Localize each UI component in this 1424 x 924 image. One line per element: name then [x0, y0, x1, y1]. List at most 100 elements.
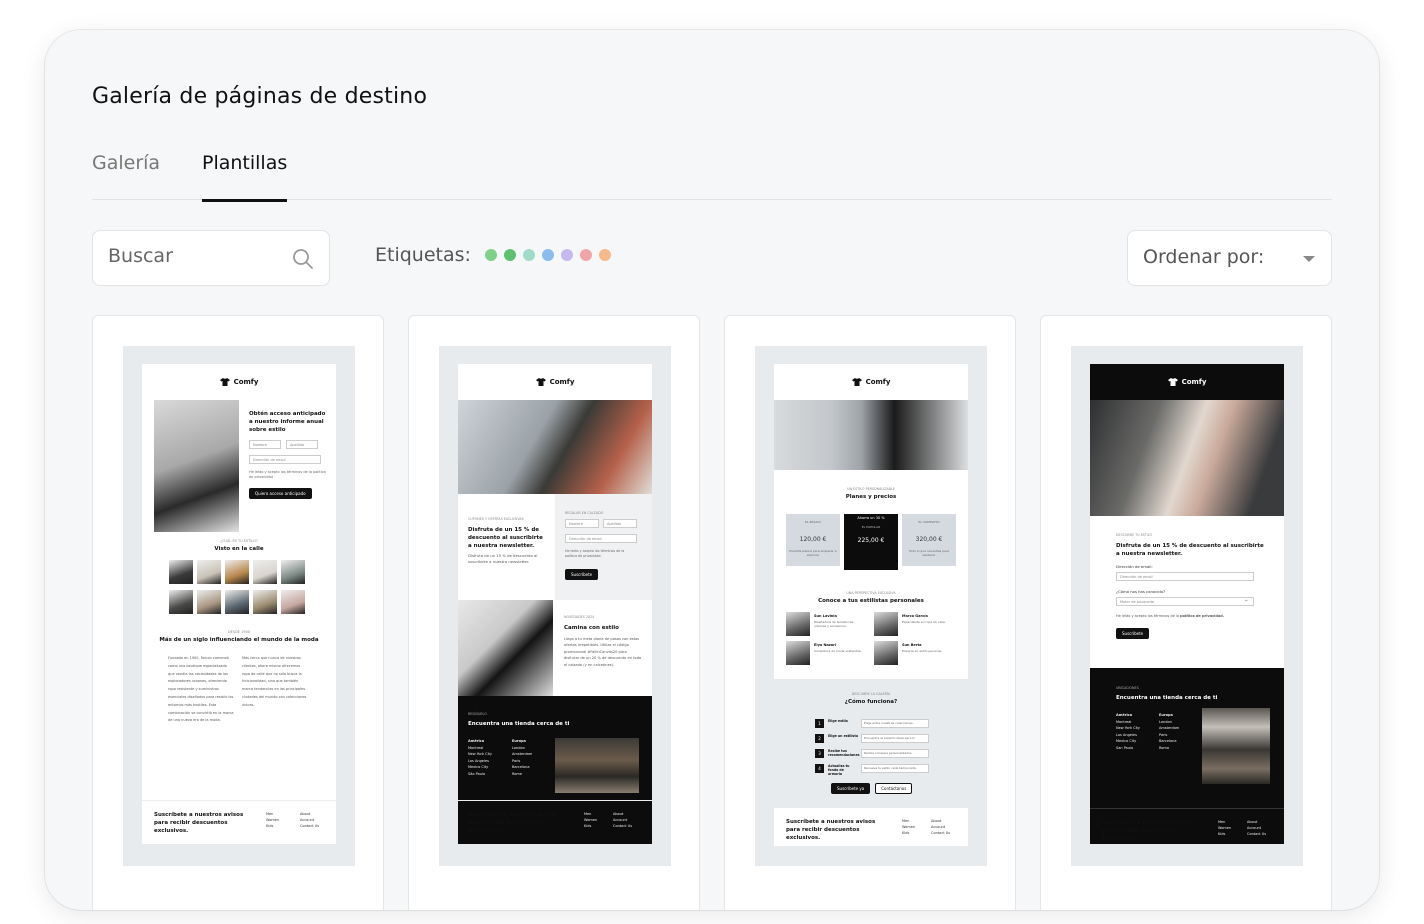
email-field[interactable]: Dirección de email — [565, 534, 637, 543]
hero-photo — [154, 400, 239, 532]
tag-dot-2[interactable] — [503, 249, 516, 261]
plan-popular[interactable]: Ahorra un 30 % EL POPULAR 225,00 € — [844, 514, 898, 570]
template-card-2[interactable]: Comfy CUPONES Y OFERTAS EXCLUSIVAS Disfr… — [408, 315, 700, 910]
tag-dot-1[interactable] — [484, 249, 497, 261]
steps-list: 1 Elige estilo Elige entre nuestras colecc… — [815, 718, 929, 778]
cities-america: América Montreal New York City Los Angeles M… — [468, 739, 492, 776]
step-row: 2 Elige un estilista Encuentra al experto … — [815, 733, 929, 745]
store-photo — [1202, 708, 1270, 784]
template-preview: Comfy DESCUBRE TU ESTILO Disfruta de un … — [1071, 346, 1303, 866]
stores-section: UBICACIONES Encuentra una tienda cerca d… — [1090, 668, 1284, 808]
contact-button[interactable]: Contáctanos — [875, 783, 913, 794]
how-buttons: Suscríbete ya Contáctanos — [831, 783, 913, 794]
footer-links: About Account Contact Us — [931, 819, 951, 835]
footer-links: Men Women Kids — [584, 812, 598, 828]
subscribe-button[interactable]: Suscríbete — [1116, 628, 1150, 639]
gallery-thumb — [253, 560, 277, 584]
template-preview: Comfy UN ESTILO PERSONALIZABLE Planes y … — [755, 346, 987, 866]
email-preview: Comfy CUPONES Y OFERTAS EXCLUSIVAS Disfr… — [458, 364, 652, 844]
page-title: Galería de páginas de destino — [92, 84, 428, 109]
cities-america: América Montreal New York City Los Angeles M… — [1116, 713, 1140, 750]
footer-links: Men Women Kids — [266, 812, 280, 828]
template-card-3[interactable]: Comfy UN ESTILO PERSONALIZABLE Planes y … — [724, 315, 1016, 910]
email-field[interactable]: Dirección de email — [249, 455, 321, 464]
cta-button[interactable]: Quiero acceso anticipado — [249, 488, 312, 499]
brand-logo: Comfy — [774, 364, 968, 400]
subscribe-now-button[interactable]: Suscríbete ya — [831, 783, 871, 794]
step-row: 1 Elige estilo Elige entre nuestras colecc… — [815, 718, 929, 730]
source-select[interactable]: Motor de búsqueda ^ — [1116, 597, 1254, 606]
email-footer: Suscríbete a nuestros avisos para recibi… — [774, 808, 968, 846]
stylist-item: Sun Lavinia Diseñadora de tendencias urba… — [786, 612, 872, 638]
tag-dots — [484, 249, 618, 261]
name-field[interactable]: Nombre — [249, 440, 281, 449]
brand-logo: Comfy — [142, 364, 336, 400]
form-block: Obtén acceso anticipado a nuestro inform… — [249, 410, 327, 499]
tab-bar: Galería Plantillas — [92, 152, 1332, 202]
tag-dot-5[interactable] — [560, 249, 573, 261]
plans-header: UN ESTILO PERSONALIZABLE Planes y precio… — [845, 487, 897, 500]
plan-basic[interactable]: EL BÁSICO 120,00 € Plantilla básica para… — [786, 514, 840, 566]
email-footer: Suscríbete a nuestros avisos para recibi… — [142, 800, 336, 844]
footer-links: Men Women Kids — [902, 819, 916, 835]
tshirt-icon — [1167, 378, 1178, 386]
sort-dropdown[interactable]: Ordenar por: — [1127, 230, 1332, 286]
discount-badge: Ahorra un 30 % — [857, 516, 885, 520]
hero-photo — [458, 400, 652, 494]
tab-gallery[interactable]: Galería — [92, 152, 160, 200]
email-preview: Comfy DESCUBRE TU ESTILO Disfruta de un … — [1090, 364, 1284, 844]
gallery-thumb — [225, 560, 249, 584]
hero-photo — [774, 400, 968, 470]
template-preview: Comfy CUPONES Y OFERTAS EXCLUSIVAS Disfr… — [439, 346, 671, 866]
footer-links: About Account Contact Us — [1247, 820, 1267, 836]
shoe-photo — [458, 600, 553, 696]
step-number: 4 — [815, 764, 824, 773]
name-field[interactable]: Nombre — [565, 519, 599, 528]
form-block: REGALAR EN CALZADO Nombre Apellido Direcc… — [555, 494, 652, 600]
search-box[interactable] — [92, 230, 330, 286]
tag-dot-7[interactable] — [598, 249, 611, 261]
plan-complete[interactable]: EL COMPLETO 320,00 € Todo lo que necesit… — [902, 514, 956, 566]
how-header: DESCUBRE LA GALERÍA ¿Cómo funciona? — [844, 692, 898, 705]
template-preview: Comfy Obtén acceso anticipado a nuestro … — [123, 346, 355, 866]
gallery-thumb — [197, 589, 221, 614]
step-row: 4 Actualiza tu fondo de armario Renueva tu… — [815, 763, 929, 776]
gallery-thumb — [225, 589, 249, 614]
template-card-4[interactable]: Comfy DESCUBRE TU ESTILO Disfruta de un … — [1040, 315, 1332, 910]
search-icon[interactable] — [291, 247, 315, 271]
chevron-up-icon: ^ — [1244, 599, 1248, 604]
step-number: 2 — [815, 734, 824, 743]
gallery-thumb — [197, 560, 221, 584]
subscribe-button[interactable]: Suscríbete — [565, 569, 599, 580]
email-preview: Comfy Obtén acceso anticipado a nuestro … — [142, 364, 336, 844]
stylist-item: Marco García Especialista en ropa de call… — [874, 612, 958, 638]
email-field[interactable]: Dirección de email — [1116, 572, 1254, 581]
email-footer: Suscríbete a nuestros avisos para recibi… — [458, 800, 652, 844]
avatar — [786, 641, 810, 665]
tag-dot-6[interactable] — [579, 249, 592, 261]
lastname-field[interactable]: Apellido — [286, 440, 318, 449]
store-photo — [555, 738, 639, 793]
search-input[interactable] — [108, 245, 278, 267]
stores-section: RESÍGUELO Encuentra una tienda cerca de … — [458, 696, 652, 800]
cities-europe: Europa London Amsterdam Paris Barcelona Roma — [1159, 713, 1180, 750]
stylist-item: Elya Nazari Consultora de moda sostenible… — [786, 641, 872, 667]
template-card-1[interactable]: Comfy Obtén acceso anticipado a nuestro … — [92, 315, 384, 910]
email-preview-top: Comfy UN ESTILO PERSONALIZABLE Planes y … — [774, 364, 968, 679]
email-footer: Suscríbete a nuestros avisos para recibi… — [1090, 808, 1284, 844]
tshirt-icon — [535, 378, 546, 386]
about-section: DESDE 1900 Más de un siglo influenciando… — [159, 630, 319, 643]
brand-logo: Comfy — [1090, 364, 1284, 400]
step-number: 3 — [815, 749, 824, 758]
stylists-header: UNA PERSPECTIVA EXCLUSIVA Conoce a tus e… — [818, 591, 924, 604]
tag-dot-3[interactable] — [522, 249, 535, 261]
tab-templates[interactable]: Plantillas — [202, 152, 288, 202]
stylist-item: Sun Berta Experta en estilo personal. — [874, 641, 958, 667]
tshirt-icon — [219, 378, 230, 386]
tshirt-icon — [851, 378, 862, 386]
gallery-thumb — [281, 560, 305, 584]
lastname-field[interactable]: Apellido — [603, 519, 637, 528]
tag-dot-4[interactable] — [541, 249, 554, 261]
stylists-grid: Sun Lavinia Diseñadora de tendencias urba… — [786, 612, 958, 670]
gallery-thumb — [253, 589, 277, 614]
